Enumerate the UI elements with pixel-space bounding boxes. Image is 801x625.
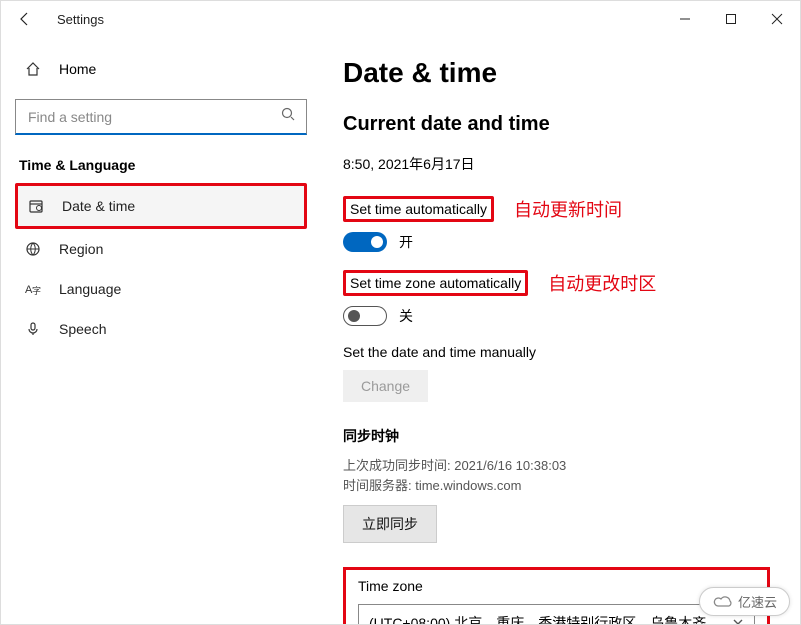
nav-label: Language [59, 281, 121, 297]
chevron-down-icon [732, 615, 744, 624]
globe-icon [23, 241, 43, 257]
nav-region[interactable]: Region [15, 229, 307, 269]
set-tz-auto-label: Set time zone automatically [343, 270, 528, 296]
change-button: Change [343, 370, 428, 402]
timezone-label: Time zone [358, 578, 755, 594]
sidebar: Home Time & Language Date & time [1, 37, 321, 624]
timezone-select[interactable]: (UTC+08:00) 北京，重庆，香港特别行政区，乌鲁木齐 [358, 604, 755, 624]
set-tz-auto-toggle[interactable]: 关 [343, 306, 770, 326]
set-time-auto-toggle[interactable]: 开 [343, 232, 770, 252]
nav-date-time[interactable]: Date & time [18, 186, 304, 226]
nav-speech[interactable]: Speech [15, 309, 307, 349]
close-button[interactable] [754, 1, 800, 37]
search-input-container[interactable] [15, 99, 307, 135]
toggle-state-label: 开 [399, 232, 413, 252]
window-title: Settings [57, 12, 104, 27]
toggle-track-off[interactable] [343, 306, 387, 326]
annotation-auto-time: 自动更新时间 [514, 196, 622, 222]
manual-set-label: Set the date and time manually [343, 344, 770, 360]
sync-now-button[interactable]: 立即同步 [343, 505, 437, 543]
watermark-text: 亿速云 [738, 592, 777, 611]
set-time-auto-label: Set time automatically [343, 196, 494, 222]
category-title: Time & Language [15, 157, 307, 173]
toggle-track-on[interactable] [343, 232, 387, 252]
search-icon [280, 106, 296, 127]
watermark-badge: 亿速云 [699, 587, 790, 616]
sync-clock-title: 同步时钟 [343, 426, 770, 446]
minimize-button[interactable] [662, 1, 708, 37]
current-datetime: 8:50, 2021年6月17日 [343, 154, 770, 174]
section-title: Current date and time [343, 113, 770, 136]
nav-label: Region [59, 241, 103, 257]
sync-last-time: 上次成功同步时间: 2021/6/16 10:38:03 [343, 456, 770, 476]
home-icon [23, 61, 43, 77]
nav-label: Date & time [62, 198, 135, 214]
language-icon: A字 [23, 281, 43, 297]
home-nav[interactable]: Home [15, 53, 307, 85]
main-content: Date & time Current date and time 8:50, … [321, 37, 800, 624]
maximize-button[interactable] [708, 1, 754, 37]
page-title: Date & time [343, 57, 770, 89]
clock-icon [26, 198, 46, 214]
mic-icon [23, 321, 43, 337]
svg-text:字: 字 [32, 285, 41, 296]
back-button[interactable] [15, 9, 35, 29]
annotation-auto-tz: 自动更改时区 [548, 270, 656, 296]
toggle-state-label: 关 [399, 306, 413, 326]
nav-language[interactable]: A字 Language [15, 269, 307, 309]
search-input[interactable] [26, 108, 280, 126]
timezone-value: (UTC+08:00) 北京，重庆，香港特别行政区，乌鲁木齐 [369, 613, 706, 624]
sync-server: 时间服务器: time.windows.com [343, 476, 770, 496]
home-label: Home [59, 61, 96, 77]
nav-label: Speech [59, 321, 106, 337]
